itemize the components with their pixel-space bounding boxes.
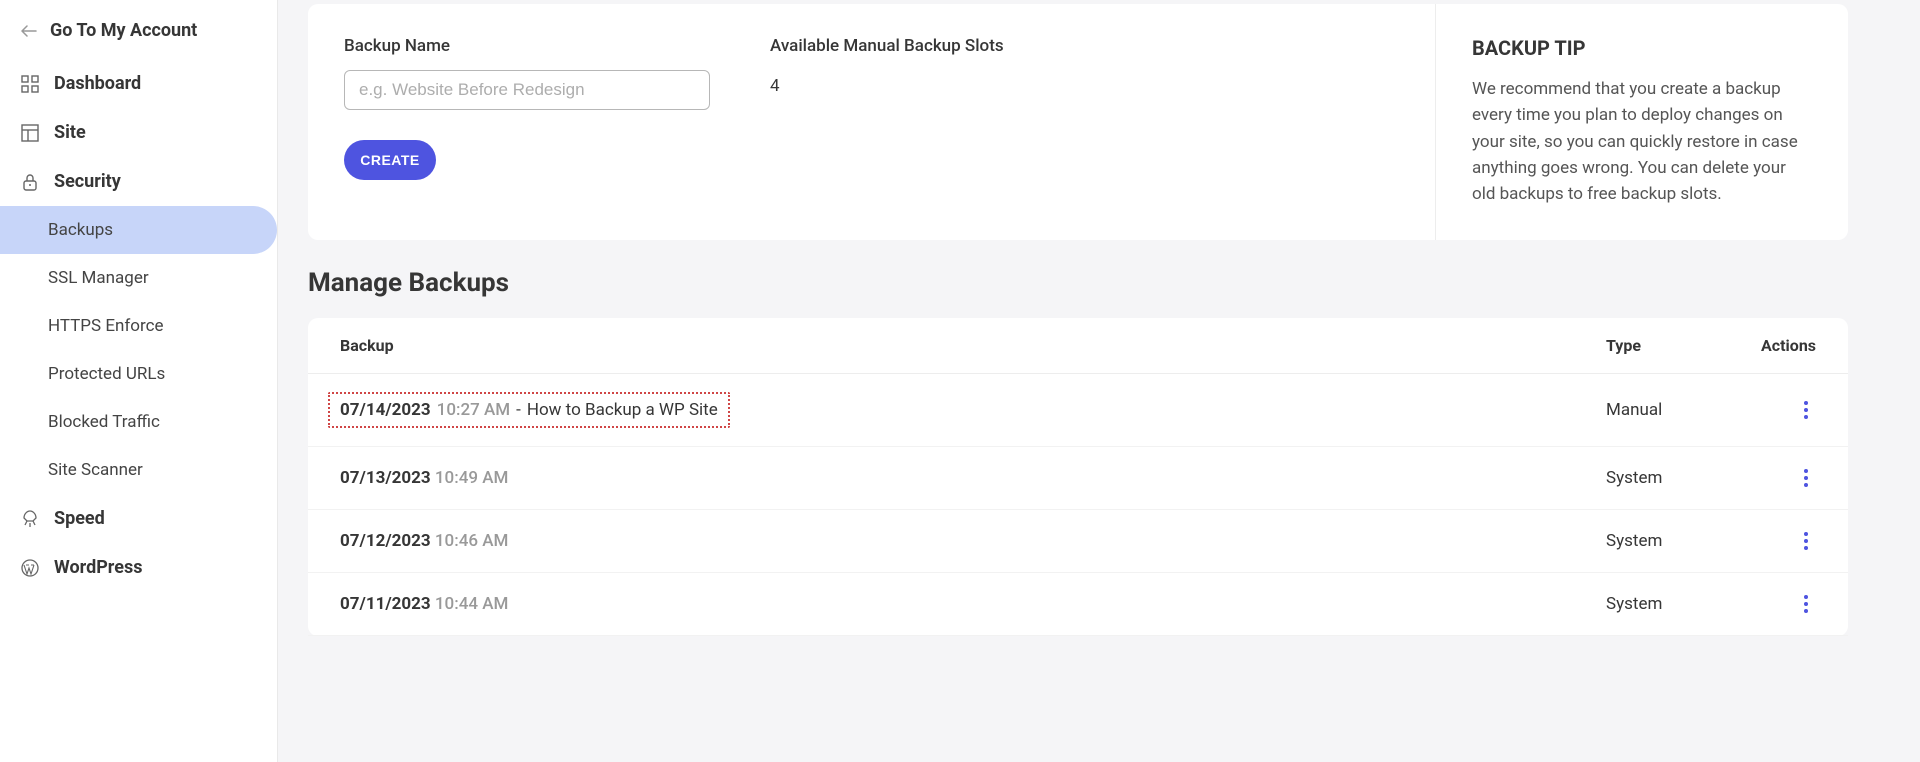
nav-speed[interactable]: Speed <box>0 494 277 543</box>
arrow-left-icon <box>20 22 38 40</box>
nav-dashboard-label: Dashboard <box>54 73 141 94</box>
sidebar: Go To My Account Dashboard Site Security… <box>0 0 278 762</box>
nav-security[interactable]: Security <box>0 157 277 206</box>
table-row: 07/11/2023 10:44 AM System <box>308 573 1848 636</box>
kebab-menu-icon[interactable] <box>1796 397 1816 423</box>
backup-cell: 07/12/2023 10:46 AM <box>340 531 1606 551</box>
backup-actions <box>1736 397 1816 423</box>
backup-cell: 07/14/2023 10:27 AM - How to Backup a WP… <box>340 392 1606 428</box>
kebab-menu-icon[interactable] <box>1796 591 1816 617</box>
backup-actions <box>1736 591 1816 617</box>
nav-security-label: Security <box>54 171 121 192</box>
table-header-type: Type <box>1606 336 1736 355</box>
available-slots-label: Available Manual Backup Slots <box>770 36 1004 56</box>
security-subnav: Backups SSL Manager HTTPS Enforce Protec… <box>0 206 277 494</box>
create-button[interactable]: CREATE <box>344 140 436 180</box>
table-header-backup: Backup <box>340 336 1606 355</box>
sidebar-item-protected-urls[interactable]: Protected URLs <box>0 350 277 398</box>
site-icon <box>20 123 40 143</box>
backup-info: 07/12/2023 10:46 AM <box>340 531 508 551</box>
backups-table: Backup Type Actions 07/14/2023 10:27 AM … <box>308 318 1848 636</box>
backup-description: How to Backup a WP Site <box>527 400 718 420</box>
highlighted-backup: 07/14/2023 10:27 AM - How to Backup a WP… <box>328 392 730 428</box>
backup-type: System <box>1606 531 1736 551</box>
sidebar-item-ssl-manager[interactable]: SSL Manager <box>0 254 277 302</box>
sidebar-item-label: Backups <box>48 220 113 240</box>
backup-type: Manual <box>1606 400 1736 420</box>
rocket-icon <box>20 509 40 529</box>
lock-icon <box>20 172 40 192</box>
table-row: 07/13/2023 10:49 AM System <box>308 447 1848 510</box>
sidebar-item-label: Site Scanner <box>48 460 143 480</box>
backup-tip-heading: BACKUP TIP <box>1472 36 1812 60</box>
backup-name-label: Backup Name <box>344 36 710 56</box>
backup-info: 07/11/2023 10:44 AM <box>340 594 508 614</box>
nav-site-label: Site <box>54 122 86 143</box>
backup-actions <box>1736 465 1816 491</box>
main-content: Backup Name CREATE Available Manual Back… <box>278 0 1920 762</box>
nav-dashboard[interactable]: Dashboard <box>0 59 277 108</box>
nav-wordpress-label: WordPress <box>54 557 142 578</box>
backup-date: 07/12/2023 <box>340 531 431 551</box>
backup-cell: 07/13/2023 10:49 AM <box>340 468 1606 488</box>
sidebar-item-label: Blocked Traffic <box>48 412 160 432</box>
backup-type: System <box>1606 468 1736 488</box>
table-row: 07/12/2023 10:46 AM System <box>308 510 1848 573</box>
go-to-account-label: Go To My Account <box>50 20 197 41</box>
go-to-account-link[interactable]: Go To My Account <box>0 8 277 59</box>
sidebar-item-backups[interactable]: Backups <box>0 206 277 254</box>
backup-date: 07/11/2023 <box>340 594 431 614</box>
nav-site[interactable]: Site <box>0 108 277 157</box>
wordpress-icon <box>20 558 40 578</box>
backup-time: 10:49 AM <box>431 468 509 488</box>
backup-time: 10:27 AM <box>437 400 511 420</box>
backup-tip-panel: BACKUP TIP We recommend that you create … <box>1436 4 1848 240</box>
sidebar-item-label: SSL Manager <box>48 268 149 288</box>
sidebar-item-label: HTTPS Enforce <box>48 316 164 336</box>
table-row: 07/14/2023 10:27 AM - How to Backup a WP… <box>308 374 1848 447</box>
backup-tip-body: We recommend that you create a backup ev… <box>1472 76 1812 208</box>
available-slots-value: 4 <box>770 70 1004 96</box>
manage-backups-heading: Manage Backups <box>308 268 1920 298</box>
backup-actions <box>1736 528 1816 554</box>
create-backup-card: Backup Name CREATE Available Manual Back… <box>308 4 1848 240</box>
backup-date: 07/13/2023 <box>340 468 431 488</box>
table-header: Backup Type Actions <box>308 318 1848 374</box>
kebab-menu-icon[interactable] <box>1796 528 1816 554</box>
backup-info: 07/13/2023 10:49 AM <box>340 468 508 488</box>
sidebar-item-site-scanner[interactable]: Site Scanner <box>0 446 277 494</box>
backup-separator: - <box>516 400 521 420</box>
backup-cell: 07/11/2023 10:44 AM <box>340 594 1606 614</box>
nav-wordpress[interactable]: WordPress <box>0 543 277 592</box>
sidebar-item-https-enforce[interactable]: HTTPS Enforce <box>0 302 277 350</box>
sidebar-item-label: Protected URLs <box>48 364 165 384</box>
backup-time: 10:46 AM <box>431 531 509 551</box>
dashboard-icon <box>20 74 40 94</box>
table-header-actions: Actions <box>1736 336 1816 355</box>
kebab-menu-icon[interactable] <box>1796 465 1816 491</box>
backup-type: System <box>1606 594 1736 614</box>
nav-speed-label: Speed <box>54 508 105 529</box>
backup-date: 07/14/2023 <box>340 400 431 420</box>
backup-time: 10:44 AM <box>431 594 509 614</box>
sidebar-item-blocked-traffic[interactable]: Blocked Traffic <box>0 398 277 446</box>
create-backup-form: Backup Name CREATE Available Manual Back… <box>308 4 1436 240</box>
backup-name-input[interactable] <box>344 70 710 110</box>
